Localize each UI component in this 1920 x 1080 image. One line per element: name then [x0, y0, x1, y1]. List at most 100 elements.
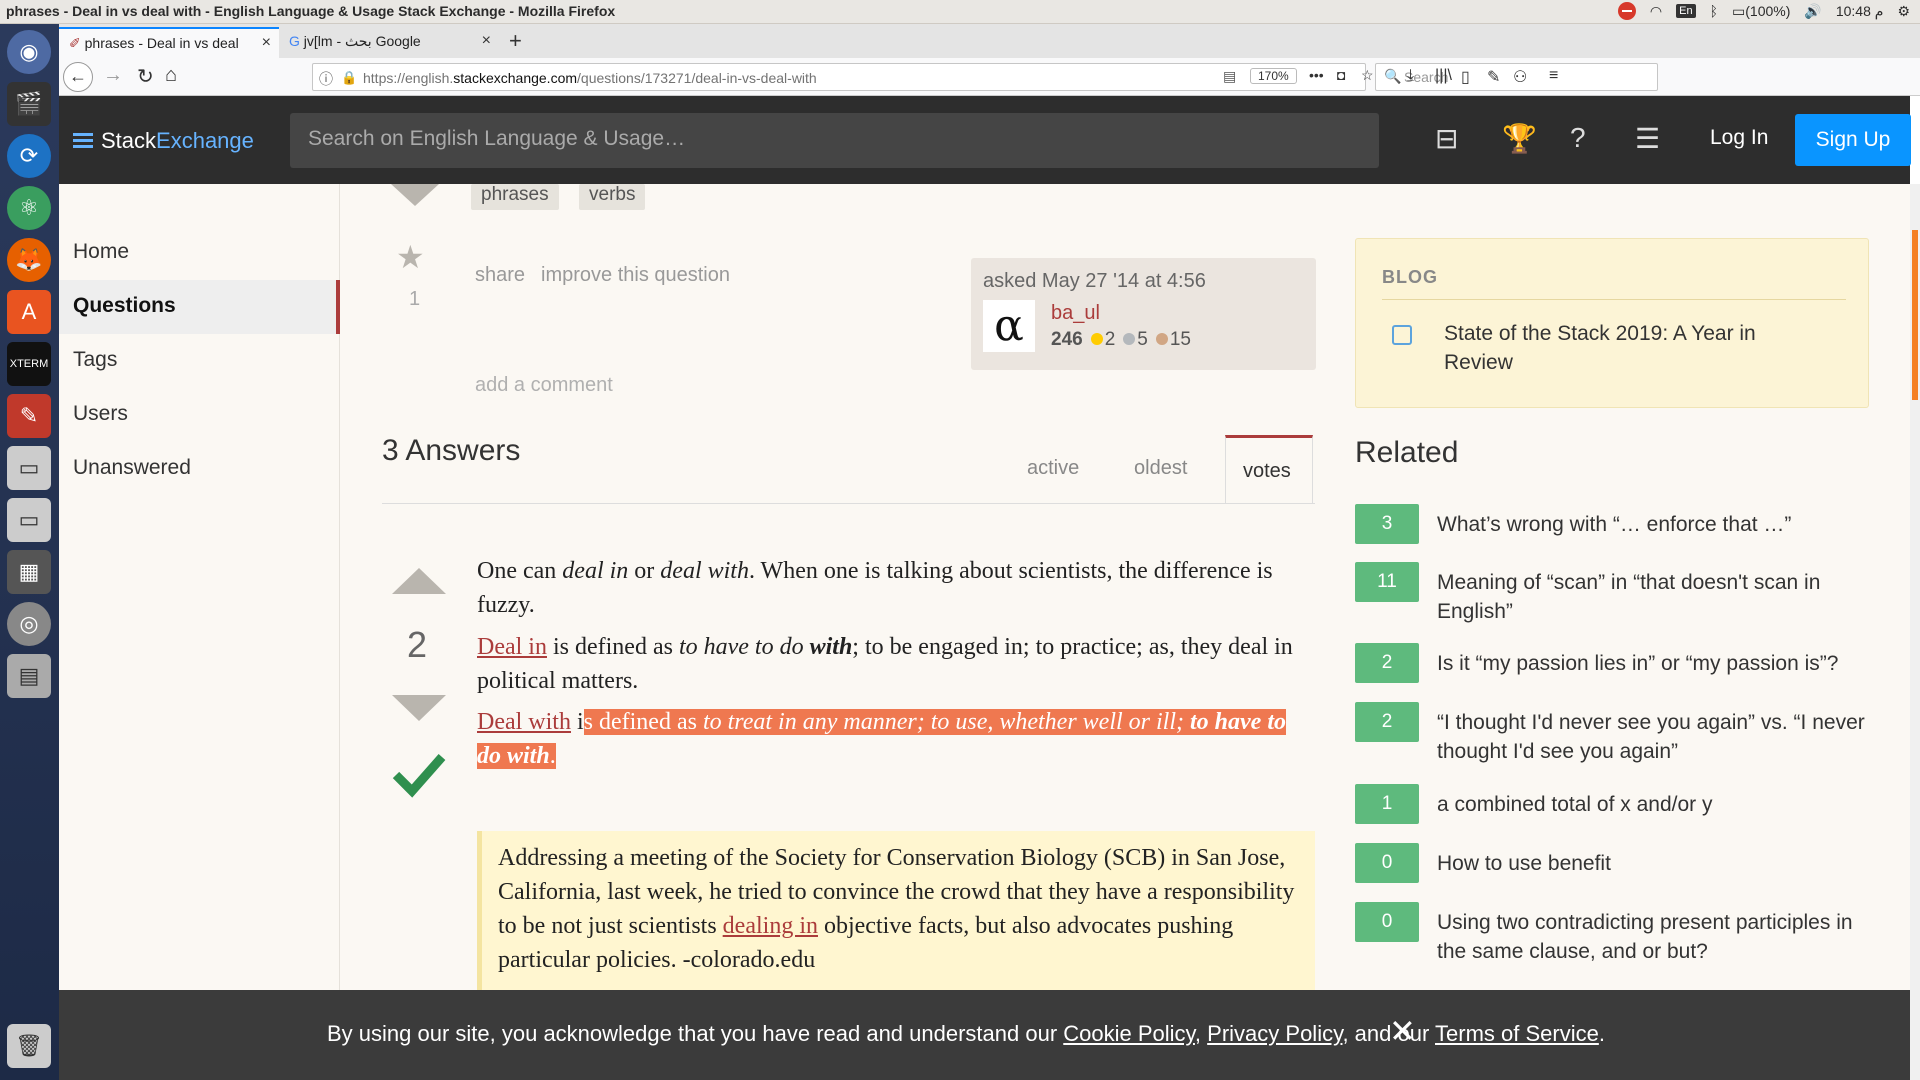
user-name-link[interactable]: ba_ul [1051, 302, 1100, 325]
gold-count: 2 [1104, 329, 1116, 350]
info-icon[interactable]: ⓘ [319, 69, 333, 89]
related-score[interactable]: 2 [1355, 702, 1419, 742]
signup-button[interactable]: Sign Up [1795, 114, 1911, 166]
back-arrow-icon[interactable]: ← [63, 62, 93, 92]
sidebar-icon[interactable]: ▯ [1461, 67, 1470, 87]
no-entry-icon[interactable] [1617, 2, 1636, 20]
eyedropper-icon[interactable]: ✎ [1487, 67, 1500, 87]
dealing-in-link[interactable]: dealing in [723, 913, 818, 939]
menu-icon[interactable]: ≡ [1549, 67, 1558, 85]
extension-icon[interactable]: ⚇ [1513, 67, 1527, 87]
atom-icon[interactable]: ⚛ [7, 186, 51, 230]
url-text: https://english.stackexchange.com/questi… [363, 70, 817, 86]
upvote-icon[interactable] [392, 568, 446, 594]
related-score[interactable]: 3 [1355, 504, 1419, 544]
software-center-icon[interactable]: A [7, 290, 51, 334]
settings-gear-icon[interactable]: ⚙ [1897, 3, 1910, 20]
reader-view-icon[interactable]: ▤ [1223, 68, 1236, 85]
bluetooth-icon[interactable]: ᛒ [1710, 3, 1718, 19]
clock[interactable]: 10:48 م [1836, 3, 1884, 20]
related-score[interactable]: 11 [1355, 562, 1419, 602]
disc-icon[interactable]: ◎ [7, 602, 51, 646]
deal-with-link[interactable]: Deal with [477, 709, 571, 735]
question-downvote-icon[interactable] [391, 184, 439, 206]
page-actions-icon[interactable]: ••• [1309, 67, 1324, 83]
tab-active[interactable]: active [1027, 457, 1079, 480]
related-link[interactable]: Using two contradicting present particip… [1437, 908, 1877, 966]
tab-stackexchange[interactable]: ✐ phrases - Deal in vs deal × [59, 27, 279, 58]
nav-users[interactable]: Users [73, 402, 128, 426]
firefox-icon[interactable]: 🦊 [7, 238, 51, 282]
site-switcher-icon[interactable]: ☰ [1635, 122, 1660, 155]
add-comment-link[interactable]: add a comment [475, 374, 613, 397]
system-tools-icon[interactable]: ✎ [7, 394, 51, 438]
workspace-switcher-icon[interactable]: ▦ [7, 550, 51, 594]
video-editor-icon[interactable]: 🎬 [7, 82, 51, 126]
tab-votes[interactable]: votes [1225, 435, 1313, 504]
update-icon[interactable]: ⟳ [7, 134, 51, 178]
drive-icon[interactable]: ▭ [7, 446, 51, 490]
avatar[interactable]: α [983, 300, 1035, 352]
deal-in-link[interactable]: Deal in [477, 634, 547, 660]
trophy-icon[interactable]: 🏆 [1502, 122, 1537, 155]
logo-text-b: Exchange [156, 128, 254, 153]
close-tab-icon[interactable]: × [482, 32, 491, 50]
tab-google[interactable]: G jv[lm - بحث Google × [279, 27, 499, 58]
wifi-icon[interactable]: ◠ [1650, 3, 1662, 20]
related-score[interactable]: 1 [1355, 784, 1419, 824]
forward-arrow-icon[interactable]: → [103, 64, 123, 87]
battery-indicator[interactable]: ▭(100%) [1732, 3, 1790, 20]
stackexchange-logo[interactable]: StackExchange [73, 128, 254, 154]
page-scrollbar[interactable] [1910, 184, 1920, 1080]
silver-badge-icon [1123, 333, 1136, 345]
ubuntu-dash-icon[interactable]: ◉ [7, 30, 51, 74]
related-link[interactable]: “I thought I'd never see you again” vs. … [1437, 708, 1877, 766]
nav-questions[interactable]: Questions [59, 280, 340, 334]
pocket-icon[interactable]: ◘ [1337, 67, 1345, 83]
related-link[interactable]: What’s wrong with “… enforce that …” [1437, 510, 1877, 539]
close-icon[interactable]: ✕ [1389, 1012, 1416, 1050]
inbox-icon[interactable]: ⊟ [1435, 122, 1458, 155]
volume-icon[interactable]: 🔊 [1804, 3, 1821, 20]
nav-home[interactable]: Home [73, 240, 129, 264]
nav-tags[interactable]: Tags [73, 348, 117, 372]
terminal-icon[interactable]: XTERM [7, 342, 51, 386]
trash-icon[interactable]: 🗑 [7, 1024, 51, 1068]
related-link[interactable]: a combined total of x and/or y [1437, 790, 1877, 819]
improve-question-link[interactable]: improve this question [541, 264, 730, 287]
help-icon[interactable]: ? [1570, 122, 1586, 154]
related-link[interactable]: How to use benefit [1437, 849, 1877, 878]
tag-phrases[interactable]: phrases [471, 184, 559, 210]
cookie-policy-link[interactable]: Cookie Policy [1063, 1021, 1195, 1046]
library-icon[interactable]: |||\ [1435, 67, 1452, 85]
zoom-level[interactable]: 170% [1250, 68, 1297, 84]
related-link[interactable]: Meaning of “scan” in “that doesn't scan … [1437, 568, 1877, 626]
related-link[interactable]: Is it “my passion lies in” or “my passio… [1437, 649, 1877, 678]
related-score[interactable]: 0 [1355, 902, 1419, 942]
site-search-input[interactable]: Search on English Language & Usage… [290, 113, 1379, 168]
related-score[interactable]: 0 [1355, 843, 1419, 883]
close-tab-icon[interactable]: × [262, 34, 271, 52]
drive-2-icon[interactable]: ▭ [7, 498, 51, 542]
favorite-star-icon[interactable]: ★ [396, 238, 425, 276]
login-link[interactable]: Log In [1710, 126, 1768, 150]
reload-icon[interactable]: ↻ [137, 64, 154, 89]
home-icon[interactable]: ⌂ [165, 64, 177, 87]
downvote-icon[interactable] [392, 695, 446, 721]
share-link[interactable]: share [475, 264, 525, 287]
url-bar[interactable]: ⓘ 🔒 https://english.stackexchange.com/qu… [312, 63, 1374, 91]
bookmark-star-icon[interactable]: ☆ [1361, 67, 1374, 84]
keyboard-language[interactable]: En [1676, 4, 1696, 18]
tab-oldest[interactable]: oldest [1134, 457, 1187, 480]
scrollbar-thumb[interactable] [1912, 230, 1918, 400]
system-tray[interactable]: ◠ En ᛒ ▭(100%) 🔊 10:48 م ⚙ [1617, 2, 1910, 20]
nav-unanswered[interactable]: Unanswered [73, 456, 191, 480]
related-score[interactable]: 2 [1355, 643, 1419, 683]
archive-icon[interactable]: ▤ [7, 654, 51, 698]
terms-link[interactable]: Terms of Service [1435, 1021, 1599, 1046]
new-tab-icon[interactable]: + [509, 28, 522, 54]
blog-post-link[interactable]: State of the Stack 2019: A Year in Revie… [1444, 319, 1804, 377]
tag-verbs[interactable]: verbs [579, 184, 646, 210]
privacy-policy-link[interactable]: Privacy Policy [1207, 1021, 1342, 1046]
download-icon[interactable]: ⤓ [1407, 67, 1414, 85]
